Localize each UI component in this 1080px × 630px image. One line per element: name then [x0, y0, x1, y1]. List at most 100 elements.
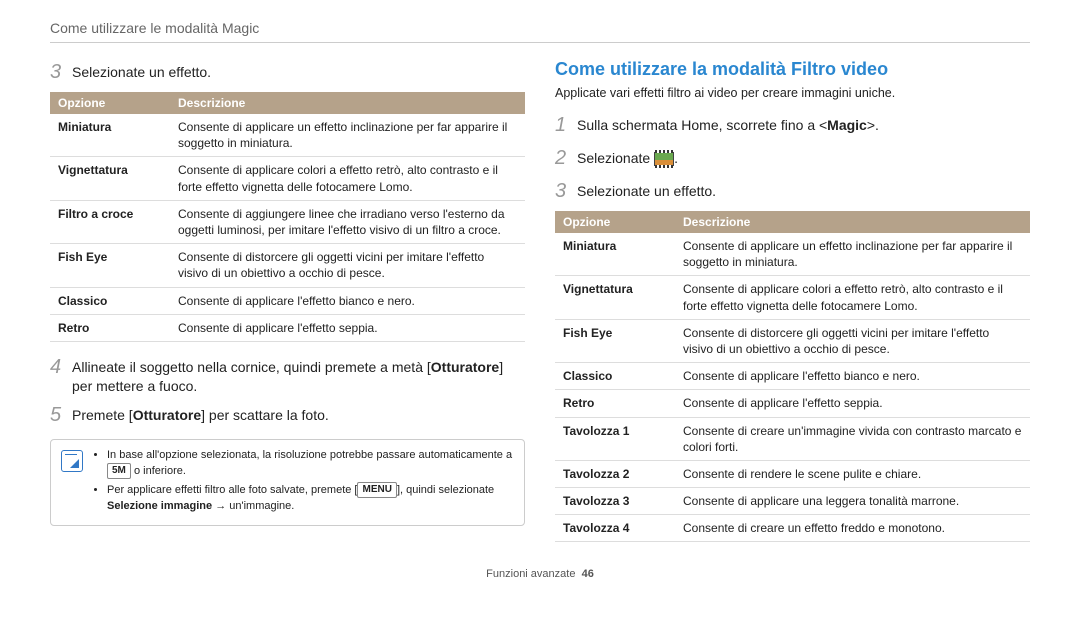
step-5: 5 Premete [Otturatore] per scattare la f…	[50, 402, 525, 429]
description-cell: Consente di creare un'immagine vivida co…	[675, 417, 1030, 460]
step-number: 2	[555, 145, 569, 172]
step-number: 5	[50, 402, 64, 429]
text-frag: Per applicare effetti filtro alle foto s…	[107, 484, 357, 496]
table-row: Tavolozza 3Consente di applicare una leg…	[555, 488, 1030, 515]
right-column: Come utilizzare la modalità Filtro video…	[555, 59, 1030, 554]
description-cell: Consente di applicare un effetto inclina…	[675, 233, 1030, 276]
text-frag: → un'immagine.	[212, 500, 294, 512]
table-row: VignettaturaConsente di applicare colori…	[555, 276, 1030, 319]
col-header-desc: Descrizione	[675, 211, 1030, 233]
effects-table-right: Opzione Descrizione MiniaturaConsente di…	[555, 211, 1030, 542]
table-row: Tavolozza 1Consente di creare un'immagin…	[555, 417, 1030, 460]
step-text: Selezionate .	[577, 145, 678, 172]
note-icon	[61, 450, 83, 472]
table-row: MiniaturaConsente di applicare un effett…	[50, 114, 525, 157]
option-cell: Classico	[50, 287, 170, 314]
note-item: Per applicare effetti filtro alle foto s…	[107, 482, 514, 514]
table-row: Tavolozza 4Consente di creare un effetto…	[555, 515, 1030, 542]
table-row: VignettaturaConsente di applicare colori…	[50, 157, 525, 200]
step-3: 3 Selezionate un effetto.	[50, 59, 525, 86]
option-cell: Fish Eye	[555, 319, 675, 362]
select-image-label: Selezione immagine	[107, 500, 212, 512]
step-number: 3	[50, 59, 64, 86]
note-box: In base all'opzione selezionata, la riso…	[50, 439, 525, 526]
option-cell: Tavolozza 2	[555, 460, 675, 487]
step-number: 3	[555, 178, 569, 205]
note-item: In base all'opzione selezionata, la riso…	[107, 448, 514, 480]
col-header-option: Opzione	[50, 92, 170, 114]
step-number: 4	[50, 354, 64, 396]
text-frag: o inferiore.	[131, 465, 186, 477]
step-1: 1 Sulla schermata Home, scorrete fino a …	[555, 112, 1030, 139]
note-list: In base all'opzione selezionata, la riso…	[93, 448, 514, 517]
text-frag: ] per scattare la foto.	[201, 407, 329, 423]
description-cell: Consente di applicare un effetto inclina…	[170, 114, 525, 157]
text-frag: Sulla schermata Home, scorrete fino a <	[577, 117, 827, 133]
two-column-layout: 3 Selezionate un effetto. Opzione Descri…	[50, 59, 1030, 554]
step-4: 4 Allineate il soggetto nella cornice, q…	[50, 354, 525, 396]
text-frag: Allineate il soggetto nella cornice, qui…	[72, 359, 431, 375]
step-text: Sulla schermata Home, scorrete fino a <M…	[577, 112, 879, 139]
effects-table-left: Opzione Descrizione MiniaturaConsente di…	[50, 92, 525, 342]
shutter-label: Otturatore	[431, 359, 499, 375]
option-cell: Tavolozza 3	[555, 488, 675, 515]
table-row: RetroConsente di applicare l'effetto sep…	[555, 390, 1030, 417]
table-row: Filtro a croceConsente di aggiungere lin…	[50, 200, 525, 243]
resolution-key: 5M	[107, 463, 131, 479]
step-text: Selezionate un effetto.	[72, 59, 211, 86]
page-number: 46	[582, 568, 594, 580]
option-cell: Vignettatura	[555, 276, 675, 319]
text-frag: Premete [	[72, 407, 133, 423]
description-cell: Consente di applicare l'effetto bianco e…	[170, 287, 525, 314]
text-frag: >.	[867, 117, 879, 133]
menu-key: MENU	[357, 482, 396, 498]
text-frag: In base all'opzione selezionata, la riso…	[107, 449, 512, 461]
col-header-option: Opzione	[555, 211, 675, 233]
table-row: Fish EyeConsente di distorcere gli ogget…	[555, 319, 1030, 362]
description-cell: Consente di applicare l'effetto seppia.	[170, 314, 525, 341]
table-row: Tavolozza 2Consente di rendere le scene …	[555, 460, 1030, 487]
table-row: MiniaturaConsente di applicare un effett…	[555, 233, 1030, 276]
step-3: 3 Selezionate un effetto.	[555, 178, 1030, 205]
table-row: RetroConsente di applicare l'effetto sep…	[50, 314, 525, 341]
description-cell: Consente di distorcere gli oggetti vicin…	[170, 244, 525, 287]
description-cell: Consente di applicare colori a effetto r…	[170, 157, 525, 200]
option-cell: Filtro a croce	[50, 200, 170, 243]
video-filter-icon	[654, 152, 674, 166]
option-cell: Vignettatura	[50, 157, 170, 200]
description-cell: Consente di creare un effetto freddo e m…	[675, 515, 1030, 542]
step-number: 1	[555, 112, 569, 139]
step-text: Premete [Otturatore] per scattare la fot…	[72, 402, 329, 429]
table-row: Fish EyeConsente di distorcere gli ogget…	[50, 244, 525, 287]
description-cell: Consente di applicare colori a effetto r…	[675, 276, 1030, 319]
text-frag: ], quindi selezionate	[397, 484, 494, 496]
magic-label: Magic	[827, 117, 867, 133]
shutter-label: Otturatore	[133, 407, 201, 423]
page-footer: Funzioni avanzate 46	[50, 568, 1030, 580]
option-cell: Retro	[555, 390, 675, 417]
step-text: Allineate il soggetto nella cornice, qui…	[72, 354, 525, 396]
table-row: ClassicoConsente di applicare l'effetto …	[555, 363, 1030, 390]
option-cell: Miniatura	[50, 114, 170, 157]
page-header: Come utilizzare le modalità Magic	[50, 20, 1030, 43]
step-text: Selezionate un effetto.	[577, 178, 716, 205]
description-cell: Consente di distorcere gli oggetti vicin…	[675, 319, 1030, 362]
left-column: 3 Selezionate un effetto. Opzione Descri…	[50, 59, 525, 554]
footer-label: Funzioni avanzate	[486, 568, 575, 580]
section-intro: Applicate vari effetti filtro ai video p…	[555, 86, 1030, 100]
description-cell: Consente di applicare l'effetto seppia.	[675, 390, 1030, 417]
option-cell: Tavolozza 1	[555, 417, 675, 460]
description-cell: Consente di rendere le scene pulite e ch…	[675, 460, 1030, 487]
step-2: 2 Selezionate .	[555, 145, 1030, 172]
description-cell: Consente di applicare l'effetto bianco e…	[675, 363, 1030, 390]
table-row: ClassicoConsente di applicare l'effetto …	[50, 287, 525, 314]
option-cell: Fish Eye	[50, 244, 170, 287]
description-cell: Consente di applicare una leggera tonali…	[675, 488, 1030, 515]
option-cell: Classico	[555, 363, 675, 390]
description-cell: Consente di aggiungere linee che irradia…	[170, 200, 525, 243]
option-cell: Tavolozza 4	[555, 515, 675, 542]
col-header-desc: Descrizione	[170, 92, 525, 114]
section-heading: Come utilizzare la modalità Filtro video	[555, 59, 1030, 80]
option-cell: Miniatura	[555, 233, 675, 276]
text-frag: Selezionate	[577, 150, 654, 166]
